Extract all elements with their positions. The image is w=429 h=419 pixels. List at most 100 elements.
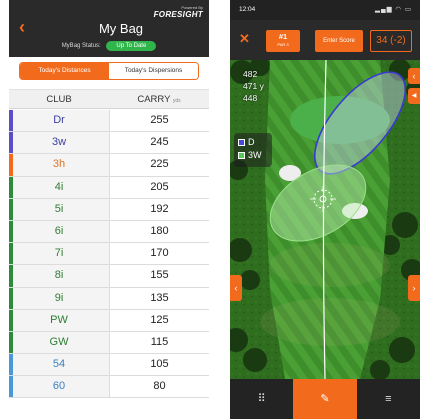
table-row[interactable]: 7i 170 [9, 243, 209, 266]
speaker-icon[interactable]: ◀ [408, 88, 420, 104]
distance-front: 448 [243, 93, 258, 103]
club-name: 54 [9, 354, 109, 376]
bag-status: MyBag Status: Up To Date [9, 41, 209, 52]
bottom-toolbar: ⠿ ✎ ≡ [230, 379, 420, 419]
club-color-bar [9, 354, 13, 376]
tab-todays-distances[interactable]: Today's Distances [20, 63, 109, 79]
page-title: My Bag [98, 21, 144, 36]
club-name: PW [9, 309, 109, 331]
table-row[interactable]: Dr 255 [9, 110, 209, 133]
club-color-bar [9, 132, 13, 154]
club-color-bar [9, 331, 13, 354]
dispersion-shadow-1 [270, 243, 390, 287]
table-row[interactable]: 3h 225 [9, 154, 209, 177]
legend-swatch-driver [238, 139, 245, 146]
score-badge[interactable]: 34 (-2) [370, 30, 412, 52]
carry-distance: 80 [109, 376, 209, 398]
table-row[interactable]: 3w 245 [9, 132, 209, 155]
carry-distance: 115 [109, 331, 209, 354]
legend-item-3w: 3W [238, 149, 268, 162]
table-header: CLUB CARRY yds [9, 89, 209, 109]
distance-middle: 471 [243, 81, 258, 91]
club-column-header: CLUB [46, 94, 72, 105]
dispersion-shadow-2 [260, 298, 400, 346]
distance-middle-row: 471 y [243, 80, 264, 92]
club-name: 9i [9, 287, 109, 309]
club-color-bar [9, 220, 13, 243]
status-bar: 12:04 ▂▄▆ ◠ ▭ [230, 0, 420, 20]
table-row[interactable]: 60 80 [9, 376, 209, 399]
carry-distance: 105 [109, 354, 209, 376]
club-color-bar [9, 309, 13, 331]
carry-distance: 255 [109, 110, 209, 132]
hole-map-screen: 12:04 ▂▄▆ ◠ ▭ ✕ #1 PAR 3 Enter Score 34 … [230, 0, 420, 419]
carry-distance: 225 [109, 154, 209, 176]
brand-name: FORESIGHT [153, 10, 203, 19]
carry-distance: 170 [109, 243, 209, 265]
carry-distance: 125 [109, 309, 209, 331]
carry-distance: 205 [109, 176, 209, 198]
page-title-wrap: My Bag [9, 21, 209, 36]
menu-icon[interactable]: ≡ [357, 379, 420, 419]
legend-label-driver: D [248, 137, 255, 147]
club-name: 3w [9, 132, 109, 154]
club-color-bar [9, 287, 13, 309]
distance-back: 482 [243, 69, 258, 79]
club-name: 8i [9, 265, 109, 287]
hole-number: #1 [278, 32, 288, 41]
chevron-right-icon[interactable]: › [408, 275, 420, 301]
club-name: 6i [9, 220, 109, 243]
table-row[interactable]: 6i 180 [9, 220, 209, 244]
my-bag-screen: ‹ Powered By FORESIGHT My Bag MyBag Stat… [9, 0, 209, 419]
table-row[interactable]: 4i 205 [9, 176, 209, 199]
carry-unit: yds [172, 98, 181, 104]
club-name: 60 [9, 376, 109, 398]
legend-swatch-3w [238, 152, 245, 159]
club-name: 3h [9, 154, 109, 176]
club-name: 5i [9, 198, 109, 220]
club-name: Dr [9, 110, 109, 132]
brand-logo: Powered By FORESIGHT [154, 5, 203, 19]
club-color-bar [9, 243, 13, 265]
enter-score-button[interactable]: Enter Score [315, 30, 363, 52]
tab-todays-dispersions[interactable]: Today's Dispersions [109, 63, 198, 79]
carry-distance: 192 [109, 198, 209, 220]
carry-distance: 135 [109, 287, 209, 309]
table-row[interactable]: 9i 135 [9, 287, 209, 310]
club-color-bar [9, 265, 13, 287]
header: ‹ Powered By FORESIGHT My Bag MyBag Stat… [9, 0, 209, 57]
distance-readout: 482 471 y 448 [243, 68, 264, 104]
carry-distance: 180 [109, 220, 209, 243]
chevron-left-icon[interactable]: ‹ [408, 68, 420, 84]
club-name: 7i [9, 243, 109, 265]
club-color-bar [9, 176, 13, 198]
hole-toolbar: ✕ #1 PAR 3 Enter Score 34 (-2) [230, 20, 420, 60]
club-name: 4i [9, 176, 109, 198]
table-row[interactable]: GW 115 [9, 331, 209, 355]
table-row[interactable]: 8i 155 [9, 265, 209, 288]
carry-distance: 155 [109, 265, 209, 287]
table-row[interactable]: PW 125 [9, 309, 209, 332]
status-label: MyBag Status: [61, 43, 101, 49]
club-table: Dr 255 3w 245 3h 225 4i 205 5i 192 6i 180 7i 170 8i 155… [9, 110, 209, 399]
shot-tracking-icon[interactable]: ⠿ [230, 379, 293, 419]
scorecard-edit-icon[interactable]: ✎ [293, 379, 357, 419]
clock: 12:04 [239, 6, 256, 13]
chevron-left-icon[interactable]: ‹ [230, 275, 242, 301]
table-row[interactable]: 5i 192 [9, 198, 209, 221]
distance-unit: y [259, 81, 264, 91]
club-color-bar [9, 154, 13, 176]
close-icon[interactable]: ✕ [239, 32, 250, 46]
club-color-bar [9, 376, 13, 398]
club-legend[interactable]: D 3W [234, 133, 272, 167]
club-name: GW [9, 331, 109, 354]
legend-label-3w: 3W [248, 150, 262, 160]
table-row[interactable]: 54 105 [9, 354, 209, 377]
distance-tabs: Today's Distances Today's Dispersions [19, 62, 199, 80]
club-color-bar [9, 110, 13, 132]
status-badge: Up To Date [106, 41, 157, 51]
carry-distance: 245 [109, 132, 209, 154]
hole-map[interactable] [230, 60, 420, 379]
hole-par: PAR 3 [277, 42, 289, 47]
hole-selector[interactable]: #1 PAR 3 [266, 30, 300, 52]
